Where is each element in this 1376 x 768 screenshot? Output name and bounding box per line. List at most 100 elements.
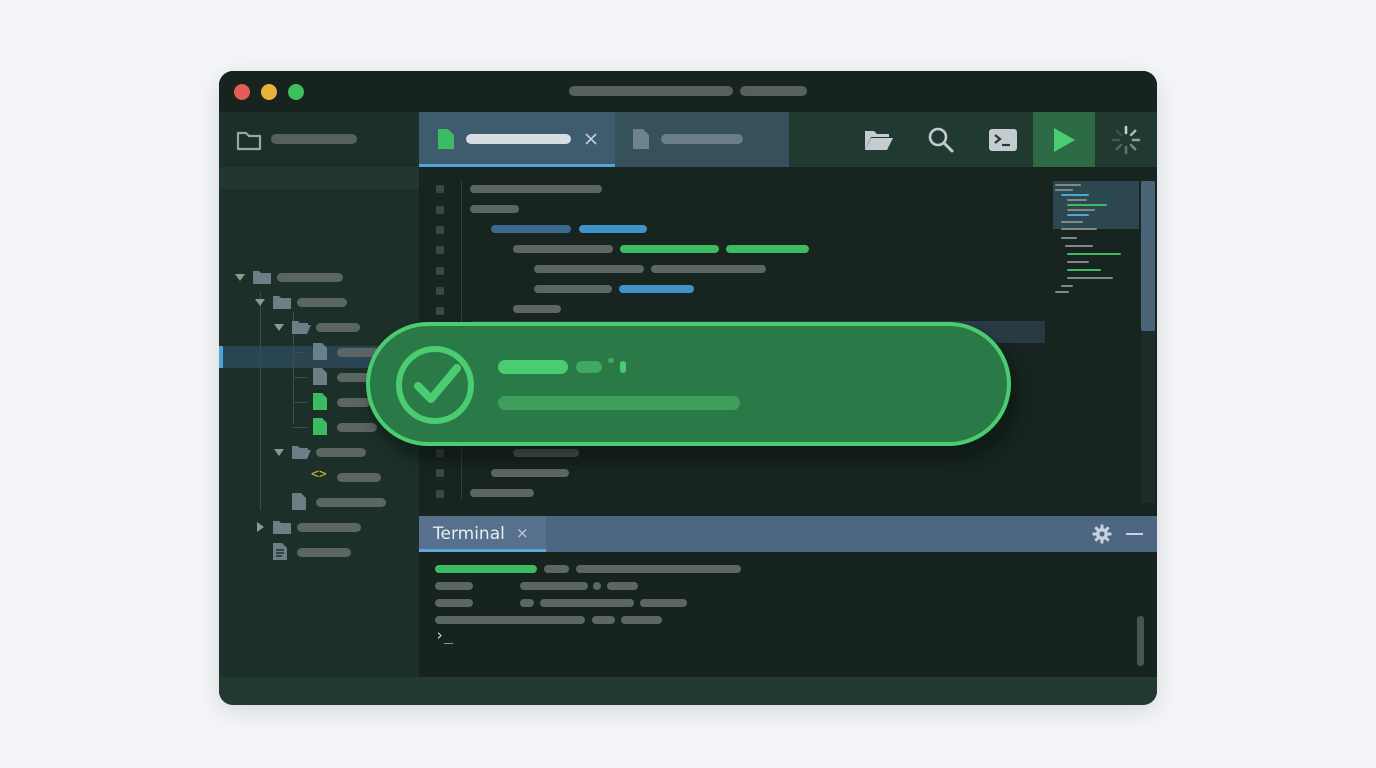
terminal-output-token <box>592 616 615 624</box>
terminal-tab-label: Terminal <box>433 524 505 544</box>
run-icon <box>1054 127 1075 152</box>
close-icon[interactable] <box>585 133 597 145</box>
minimap-line <box>1055 189 1073 191</box>
editor-tab[interactable] <box>615 112 789 167</box>
toast-title-placeholder <box>620 361 626 373</box>
terminal-output-token <box>576 565 741 573</box>
project-name-placeholder <box>271 134 357 144</box>
minimap-line <box>1067 209 1095 211</box>
terminal-scrollbar[interactable] <box>1137 616 1144 666</box>
toast-title-placeholder <box>608 358 614 363</box>
terminal-button[interactable] <box>972 112 1034 167</box>
file-icon <box>438 129 454 149</box>
text-file-icon <box>273 543 287 560</box>
code-token <box>651 265 766 273</box>
gutter-marker <box>436 226 444 234</box>
terminal-output-token <box>435 565 537 573</box>
close-window-button[interactable] <box>234 84 250 100</box>
gutter-marker <box>436 246 444 254</box>
check-circle-icon <box>396 346 474 424</box>
code-token <box>620 245 719 253</box>
open-folder-icon <box>865 130 893 150</box>
explorer-header <box>219 112 419 167</box>
terminal-output-token <box>544 565 569 573</box>
terminal-panel-header: Terminal × <box>419 516 1157 552</box>
code-file-icon: <> <box>311 467 327 482</box>
chevron-down-icon[interactable] <box>255 299 265 307</box>
terminal-output-token <box>435 599 473 607</box>
editor-scrollbar-thumb[interactable] <box>1141 181 1155 331</box>
file-icon <box>313 393 327 410</box>
tree-label-placeholder <box>277 273 343 282</box>
tree-branch-line <box>293 427 307 428</box>
title-bar <box>219 71 1157 112</box>
toast-title-placeholder <box>498 360 568 374</box>
terminal-output-token <box>640 599 687 607</box>
minimize-window-button[interactable] <box>261 84 277 100</box>
tree-branch-line <box>293 352 307 353</box>
gutter-marker <box>436 287 444 295</box>
maximize-window-button[interactable] <box>288 84 304 100</box>
code-token <box>470 489 534 497</box>
search-icon <box>928 127 954 152</box>
gutter-marker <box>436 185 444 193</box>
code-token <box>513 305 561 313</box>
chevron-down-icon[interactable] <box>235 274 245 282</box>
window-title-placeholder <box>569 86 733 96</box>
editor-tab-active[interactable] <box>419 112 615 167</box>
gutter-marker <box>436 206 444 214</box>
file-icon <box>633 129 649 149</box>
file-icon <box>313 418 327 435</box>
folder-icon[interactable] <box>236 129 262 151</box>
folder-icon <box>273 521 291 534</box>
explorer-toolbar <box>219 167 419 189</box>
search-button[interactable] <box>910 112 972 167</box>
gutter-marker <box>436 490 444 498</box>
chevron-down-icon[interactable] <box>274 324 284 332</box>
tab-terminal[interactable]: Terminal × <box>419 516 546 552</box>
minimap-line <box>1061 285 1073 287</box>
terminal-output-token <box>435 582 473 590</box>
terminal-output[interactable]: ›_ <box>419 552 1157 677</box>
code-token <box>619 285 694 293</box>
success-toast <box>366 322 1011 446</box>
terminal-output-token <box>621 616 662 624</box>
gear-icon[interactable] <box>1092 524 1112 544</box>
minimap-line <box>1061 221 1083 223</box>
file-icon <box>313 343 327 360</box>
minimap[interactable] <box>1053 181 1139 297</box>
tree-label-placeholder <box>337 398 371 407</box>
minimize-panel-button[interactable] <box>1126 533 1143 535</box>
terminal-prompt: ›_ <box>435 626 454 644</box>
editor-scrollbar[interactable] <box>1141 181 1155 503</box>
tree-branch-line <box>293 402 307 403</box>
file-icon <box>313 368 327 385</box>
terminal-output-token <box>607 582 638 590</box>
toast-message-placeholder <box>498 396 740 410</box>
tree-branch-line <box>293 377 307 378</box>
minimap-line <box>1061 228 1097 230</box>
minimap-line <box>1055 291 1069 293</box>
close-icon[interactable]: × <box>516 524 529 542</box>
gutter-marker <box>436 267 444 275</box>
folder-icon <box>273 296 291 309</box>
status-bar <box>219 677 1157 705</box>
minimap-line <box>1067 277 1113 279</box>
tree-label-placeholder <box>316 498 386 507</box>
chevron-down-icon[interactable] <box>274 449 284 457</box>
open-folder-icon <box>292 321 311 334</box>
terminal-icon <box>989 128 1017 151</box>
file-icon <box>292 493 306 510</box>
open-folder-button[interactable] <box>848 112 910 167</box>
tree-label-placeholder <box>316 323 360 332</box>
run-button[interactable] <box>1033 112 1095 167</box>
chevron-right-icon[interactable] <box>257 522 265 532</box>
gutter-marker <box>436 307 444 315</box>
spinner-icon <box>1111 125 1141 154</box>
code-token <box>726 245 809 253</box>
open-folder-icon <box>292 446 311 459</box>
loading-indicator <box>1095 112 1157 167</box>
code-token <box>470 185 602 193</box>
code-token <box>534 285 612 293</box>
terminal-output-token <box>520 582 588 590</box>
